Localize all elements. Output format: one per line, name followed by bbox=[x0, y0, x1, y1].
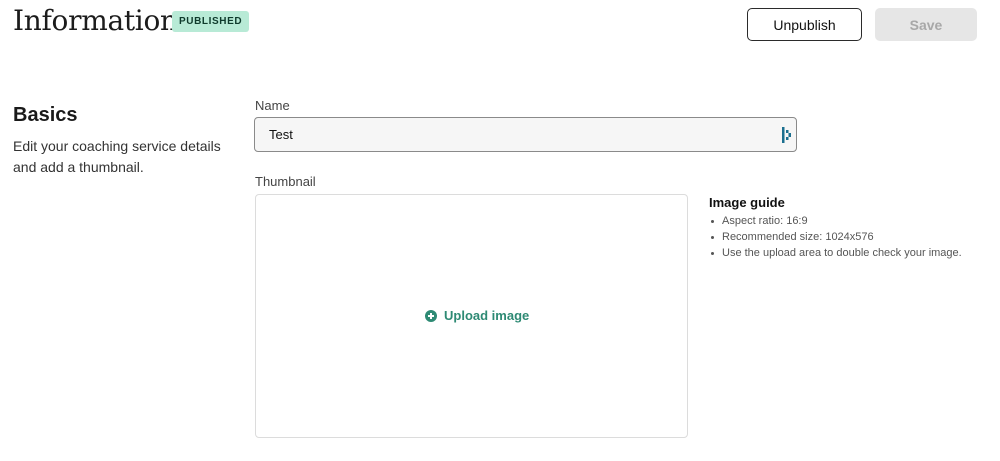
image-guide-title: Image guide bbox=[709, 195, 785, 210]
upload-image-button[interactable]: Upload image bbox=[425, 308, 529, 323]
plus-circle-icon bbox=[425, 309, 437, 322]
name-input[interactable] bbox=[255, 118, 775, 151]
upload-image-label: Upload image bbox=[444, 308, 530, 323]
image-guide-item: Use the upload area to double check your… bbox=[709, 245, 962, 261]
grammarly-icon[interactable] bbox=[782, 127, 792, 143]
thumbnail-upload-area[interactable]: Upload image bbox=[255, 194, 688, 438]
unpublish-button[interactable]: Unpublish bbox=[747, 8, 862, 41]
status-badge: PUBLISHED bbox=[172, 11, 250, 32]
image-guide-list: Aspect ratio: 16:9 Recommended size: 102… bbox=[709, 213, 962, 261]
image-guide-item: Aspect ratio: 16:9 bbox=[709, 213, 962, 229]
image-guide-item: Recommended size: 1024x576 bbox=[709, 229, 962, 245]
section-heading: Basics bbox=[13, 104, 78, 126]
thumbnail-label: Thumbnail bbox=[255, 174, 316, 189]
save-button[interactable]: Save bbox=[875, 8, 977, 41]
name-field-wrapper bbox=[254, 117, 797, 152]
section-description: Edit your coaching service details and a… bbox=[13, 138, 221, 175]
name-label: Name bbox=[255, 98, 290, 113]
page-title: Information bbox=[13, 4, 178, 37]
